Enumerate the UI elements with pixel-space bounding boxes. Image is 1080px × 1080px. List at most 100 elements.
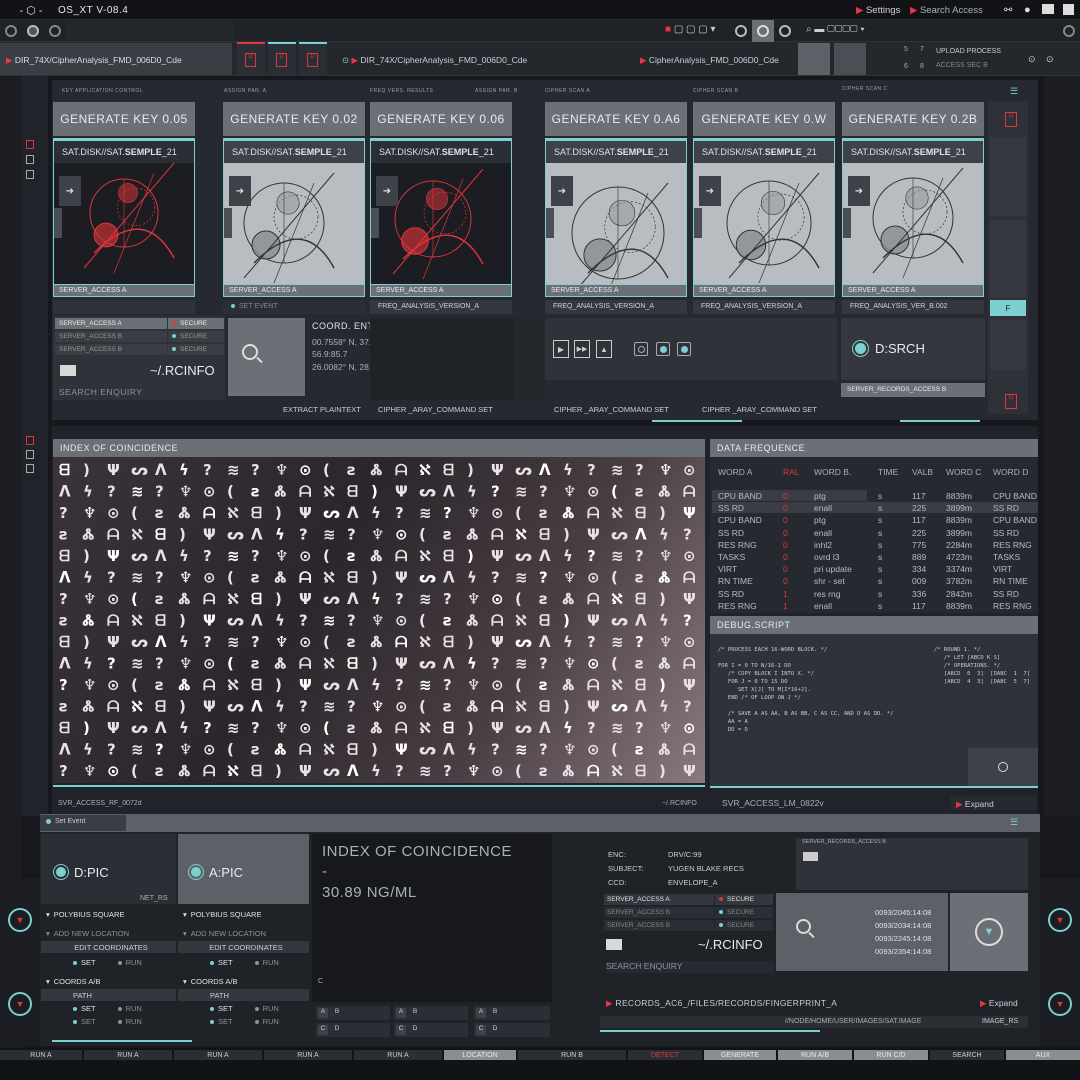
link-icon[interactable]: ⚯ — [1004, 5, 1012, 16]
set-option[interactable]: SET — [73, 1004, 96, 1013]
play-icon[interactable]: ➜ — [699, 176, 721, 206]
rail-doc-icon[interactable] — [26, 140, 34, 149]
generate-key-button[interactable]: GENERATE KEY 0.06 — [370, 102, 512, 136]
add-location[interactable]: ▾ ADD NEW LOCATION — [178, 927, 309, 939]
toolbar-dot-icon[interactable] — [49, 25, 61, 37]
edit-coordinates[interactable]: EDIT COORDINATES — [41, 941, 176, 953]
grid-cell[interactable]: B — [410, 1008, 420, 1018]
freq-header[interactable]: WORD B. — [814, 467, 876, 477]
run-option[interactable]: RUN — [117, 1004, 142, 1013]
freq-header[interactable]: WORD A — [718, 467, 780, 477]
debug-expand[interactable]: ▶ Expand — [950, 796, 1036, 810]
run-option[interactable]: RUN — [254, 1004, 279, 1013]
taskbar-button[interactable]: RUN A — [84, 1050, 172, 1060]
set-option[interactable]: SET — [210, 1017, 233, 1026]
menu-icon[interactable]: ☰ — [1010, 86, 1018, 97]
toolbar-dot-icon[interactable] — [1063, 25, 1075, 37]
taskbar-button[interactable]: RUN A — [0, 1050, 82, 1060]
generate-key-button[interactable]: GENERATE KEY 0.A6 — [545, 102, 687, 136]
folder-icon[interactable] — [60, 365, 76, 376]
upload-process[interactable]: UPLOAD PROCESS — [936, 48, 1001, 55]
grid-cell[interactable]: C — [476, 1025, 486, 1035]
run-option[interactable]: RUN — [254, 958, 279, 967]
run-option[interactable]: RUN — [117, 1017, 142, 1026]
edit-coordinates[interactable]: EDIT COORDINATES — [178, 941, 309, 953]
taskbar-button[interactable]: RUN B — [518, 1050, 626, 1060]
tab-dir-1[interactable]: ▶ DIR_74X/CipherAnalysis_FMD_006D0_Cde — [0, 43, 232, 75]
card-under-label[interactable]: SET EVENT — [223, 300, 365, 314]
generate-key-button[interactable]: GENERATE KEY 0.05 — [53, 102, 195, 136]
toolbar-target-icon[interactable] — [779, 25, 791, 37]
hex-shield-icon[interactable]: ▼ — [1048, 992, 1072, 1016]
server-row-name[interactable]: SERVER_ACCESS A — [55, 318, 167, 329]
search-box[interactable] — [228, 318, 305, 396]
square-icon[interactable] — [1063, 4, 1074, 15]
grid-cell[interactable]: D — [410, 1025, 420, 1035]
play-icon[interactable]: ➜ — [551, 176, 573, 206]
records-path[interactable]: ▶ RECORDS_AC6_/FILES/RECORDS/FINGERPRINT… — [606, 998, 837, 1009]
grid-cell[interactable]: B — [490, 1008, 500, 1018]
folder-icon[interactable] — [606, 939, 622, 950]
set-option[interactable]: SET — [210, 958, 233, 967]
doc-icon[interactable]: D — [1005, 394, 1017, 409]
card-under-label[interactable]: FREQ_ANALYSIS_VERSION_A — [370, 300, 512, 314]
server-row-name[interactable]: SERVER_ACCESS B — [55, 344, 167, 355]
records-access-b[interactable]: SERVER_RECORDS_ACCESS B — [841, 383, 985, 397]
card-under-label[interactable]: FREQ_ANALYSIS_VER_B.002 — [842, 300, 984, 314]
search-access-link[interactable]: ▶ Search Access — [910, 5, 983, 16]
grid-cell[interactable]: C — [318, 1025, 328, 1035]
grid-cell[interactable]: A — [476, 1008, 486, 1018]
polybius-square[interactable]: ▾ POLYBIUS SQUARE — [178, 908, 309, 920]
taskbar-button[interactable]: LOCATION — [444, 1050, 516, 1060]
generate-key-button[interactable]: GENERATE KEY 0.2B — [842, 102, 984, 136]
radio-icon[interactable] — [634, 342, 648, 356]
cmd-set-2[interactable]: CIPHER _ARAY_COMMAND SET — [554, 405, 669, 414]
node-path[interactable]: //NODE/HOME/USER/IMAGES/SAT.IMAGE — [785, 1018, 921, 1025]
bottom-expand[interactable]: ▶ Expand — [980, 998, 1018, 1009]
gear-icon[interactable]: ⊙ — [1046, 54, 1054, 65]
user-icon[interactable]: ● — [1024, 4, 1031, 16]
toolbar-dot-icon[interactable] — [5, 25, 17, 37]
tab-doc-2[interactable]: D — [268, 42, 296, 76]
coords-ab[interactable]: ▾ COORDS A/B — [178, 975, 309, 987]
path-button[interactable]: PATH — [41, 989, 176, 1001]
freq-header[interactable]: TIME — [878, 467, 908, 477]
toolbar-dot-icon[interactable] — [27, 25, 39, 37]
play-icon[interactable]: ➜ — [229, 176, 251, 206]
taskbar-button[interactable]: RUN A/B — [778, 1050, 852, 1060]
server-row-name[interactable]: SERVER_ACCESS A — [604, 894, 714, 905]
generate-key-button[interactable]: GENERATE KEY 0.02 — [223, 102, 365, 136]
rail-doc-icon[interactable] — [26, 436, 34, 445]
rail-doc-icon[interactable] — [26, 450, 34, 459]
taskbar-button[interactable]: GENERATE — [704, 1050, 776, 1060]
bottom-rcinfo[interactable]: ~/.RCINFO — [698, 937, 763, 952]
set-option[interactable]: SET — [73, 958, 96, 967]
grid-cell[interactable]: D — [490, 1025, 500, 1035]
tab-dir-2[interactable]: ⊙ ▶ DIR_74X/CipherAnalysis_FMD_006D0_Cde — [342, 55, 527, 66]
rail-doc-icon[interactable] — [26, 464, 34, 473]
taskbar-button[interactable]: RUN C/D — [854, 1050, 928, 1060]
tab-dir-3[interactable]: ▶ CipherAnalysis_FMD_006D0_Cde — [640, 55, 779, 66]
toolbar-target-icon[interactable] — [735, 25, 747, 37]
path-button[interactable]: PATH — [178, 989, 309, 1001]
radio-icon[interactable] — [677, 342, 691, 356]
set-event-tab[interactable]: Set Event — [40, 815, 126, 831]
card-under-label[interactable]: FREQ_ANALYSIS_VERSION_A — [545, 300, 687, 314]
rail-doc-icon[interactable] — [26, 155, 34, 164]
tab-doc-3[interactable]: D — [299, 42, 327, 76]
taskbar-button[interactable]: RUN A — [354, 1050, 442, 1060]
extract-plaintext[interactable]: EXTRACT PLAINTEXT — [283, 405, 361, 414]
freq-header[interactable]: RAL — [783, 467, 811, 477]
set-option[interactable]: SET — [210, 1004, 233, 1013]
hex-shield-icon[interactable]: ▼ — [8, 992, 32, 1016]
freq-header[interactable]: WORD D — [993, 467, 1039, 477]
hex-shield-icon[interactable]: ▼ — [8, 908, 32, 932]
tab-doc-1[interactable]: D — [237, 42, 265, 76]
play-icon[interactable]: ▶ — [553, 340, 569, 358]
gear-icon[interactable]: ⊙ — [1028, 54, 1036, 65]
server-row-name[interactable]: SERVER_ACCESS B — [604, 907, 714, 918]
taskbar-button[interactable]: RUN A — [174, 1050, 262, 1060]
hex-shield-icon[interactable]: ▼ — [1048, 908, 1072, 932]
toolbar-target-icon[interactable] — [752, 20, 774, 42]
play-icon[interactable]: ➜ — [376, 176, 398, 206]
